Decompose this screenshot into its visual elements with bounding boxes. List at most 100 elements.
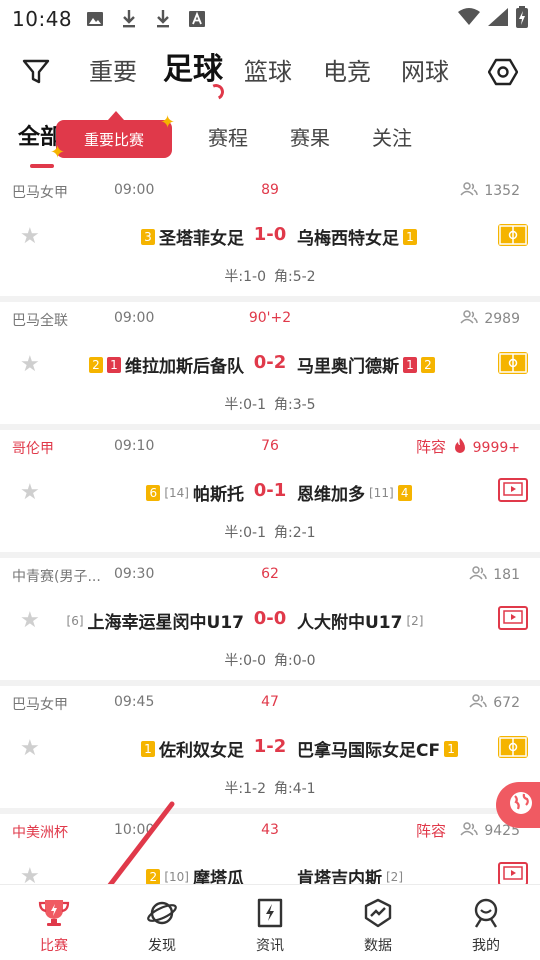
sparkle-icon: ✦ (160, 112, 176, 133)
tooltip-label: 重要比赛 (83, 130, 144, 149)
fans-number: 2989 (484, 311, 520, 327)
nav-label: 资讯 (256, 938, 284, 954)
match-time: 09:45 (114, 694, 155, 710)
home-team-name: 帕斯托 (193, 485, 244, 505)
match-card[interactable]: 巴马女甲 09:45 47 672 ★ 1 佐利奴女足 1-2 巴拿马国际女足CF 1 半:1-2 角… (0, 686, 540, 808)
favorite-star-icon[interactable]: ★ (20, 226, 42, 248)
tab-important[interactable]: 重要 (89, 52, 137, 92)
status-bar: 10:48 (0, 0, 540, 38)
fans-number: 181 (493, 567, 520, 583)
fans-number: 1352 (484, 183, 520, 199)
away-team: 巴拿马国际女足CF 1 (297, 736, 459, 761)
fans-count: 672 (469, 694, 520, 712)
card-badge: 2 (89, 356, 103, 373)
match-minute: 43 (261, 822, 279, 838)
card-badge: 1 (141, 740, 155, 757)
away-team-name: 马里奥门德斯 (297, 357, 399, 377)
tab-following[interactable]: 关注 (372, 124, 412, 152)
top-nav: 重要 足球 篮球 电竞 网球 (0, 40, 540, 104)
nav-label: 数据 (364, 938, 392, 954)
card-badge: 1 (403, 228, 417, 245)
nav-discover[interactable]: 发现 (108, 885, 216, 960)
field-icon[interactable] (498, 352, 528, 374)
card-badge: 4 (397, 484, 412, 501)
gallery-icon (84, 8, 106, 30)
half-score: 半:0-1 (224, 397, 266, 413)
corner-count: 角:2-1 (274, 525, 316, 541)
important-match-tooltip[interactable]: 重要比赛 (56, 111, 172, 158)
corner-count: 角:5-2 (274, 269, 316, 285)
half-time-stats: 半:0-0 角:0-0 (0, 650, 540, 670)
corner-count: 角:4-1 (274, 781, 316, 797)
fans-number: 9999+ (472, 440, 520, 456)
home-team-name: 佐利奴女足 (159, 741, 244, 761)
tv-icon[interactable] (498, 478, 528, 502)
match-score: 1-2 (253, 736, 287, 757)
lineup-link[interactable]: 阵容 (416, 820, 446, 841)
fans-count: 181 (469, 566, 520, 584)
league-name: 中美洲杯 (12, 825, 68, 841)
team-rank: [11] (369, 485, 394, 500)
home-team: 3 圣塔菲女足 (141, 224, 244, 249)
half-time-stats: 半:1-0 角:5-2 (0, 266, 540, 286)
tab-results[interactable]: 赛果 (290, 124, 330, 152)
home-team: 6 [14] 帕斯托 (146, 480, 244, 505)
match-card[interactable]: 哥伦甲 09:10 76 阵容 9999+ ★ 6 [14] 帕斯托 0-1 恩维加多 [11] 4 半:… (0, 430, 540, 552)
field-icon[interactable] (498, 736, 528, 758)
nav-news[interactable]: 资讯 (216, 885, 324, 960)
lineup-link[interactable]: 阵容 (416, 436, 446, 457)
match-card[interactable]: 中青赛(男子... 09:30 62 181 ★ [6] 上海幸运星闵中U17 0-0 人大附中… (0, 558, 540, 680)
tab-esports[interactable]: 电竞 (323, 52, 371, 92)
people-icon (469, 694, 488, 712)
team-rank: [6] (66, 613, 84, 628)
tab-tennis[interactable]: 网球 (401, 52, 449, 92)
nav-matches[interactable]: 比赛 (0, 885, 108, 960)
tab-basketball[interactable]: 篮球 (244, 52, 292, 92)
filter-icon[interactable] (18, 54, 54, 90)
status-time: 10:48 (12, 7, 73, 31)
favorite-star-icon[interactable]: ★ (20, 610, 42, 632)
card-badge: 1 (403, 356, 417, 373)
globe-float-button[interactable] (496, 782, 540, 828)
favorite-star-icon[interactable]: ★ (20, 738, 42, 760)
match-card[interactable]: 巴马女甲 09:00 89 1352 ★ 3 圣塔菲女足 1-0 乌梅西特女足 1 半:1-0 角:5… (0, 174, 540, 296)
match-score: 0-2 (253, 352, 287, 373)
download-icon (152, 8, 174, 30)
card-badge: 3 (141, 228, 155, 245)
font-icon (186, 8, 208, 30)
tv-icon[interactable] (498, 606, 528, 630)
fans-count: 1352 (460, 182, 520, 200)
away-team-name: 巴拿马国际女足CF (297, 741, 441, 761)
tv-icon[interactable] (498, 862, 528, 886)
tab-schedule[interactable]: 赛程 (208, 124, 248, 152)
fire-icon (453, 438, 467, 458)
team-rank: [10] (164, 869, 189, 884)
match-time: 10:00 (114, 822, 155, 838)
match-minute: 47 (261, 694, 279, 710)
trophy-icon (38, 897, 70, 929)
favorite-star-icon[interactable]: ★ (20, 482, 42, 504)
nav-label: 比赛 (40, 938, 68, 954)
download-icon (118, 8, 140, 30)
league-name: 巴马女甲 (12, 697, 68, 713)
favorite-star-icon[interactable]: ★ (20, 354, 42, 376)
home-team-name: 上海幸运星闵中U17 (87, 613, 244, 633)
field-icon[interactable] (498, 224, 528, 246)
corner-count: 角:3-5 (274, 397, 316, 413)
match-score: 0-1 (253, 480, 287, 501)
settings-icon[interactable] (485, 54, 521, 90)
match-time: 09:00 (114, 182, 155, 198)
match-card[interactable]: 巴马全联 09:00 90'+2 2989 ★ 2 1 维拉加斯后备队 0-2 马里奥门德斯 1 2 半… (0, 302, 540, 424)
half-time-stats: 半:0-1 角:3-5 (0, 394, 540, 414)
fans-count: 2989 (460, 310, 520, 328)
home-team: 1 佐利奴女足 (141, 736, 244, 761)
corner-count: 角:0-0 (274, 653, 316, 669)
people-icon (469, 566, 488, 584)
half-score: 半:1-2 (224, 781, 266, 797)
away-team: 马里奥门德斯 1 2 (297, 352, 435, 377)
nav-data[interactable]: 数据 (324, 885, 432, 960)
fans-count: 9999+ (453, 438, 520, 458)
half-time-stats: 半:1-2 角:4-1 (0, 778, 540, 798)
nav-profile[interactable]: 我的 (432, 885, 540, 960)
data-icon (362, 897, 394, 929)
